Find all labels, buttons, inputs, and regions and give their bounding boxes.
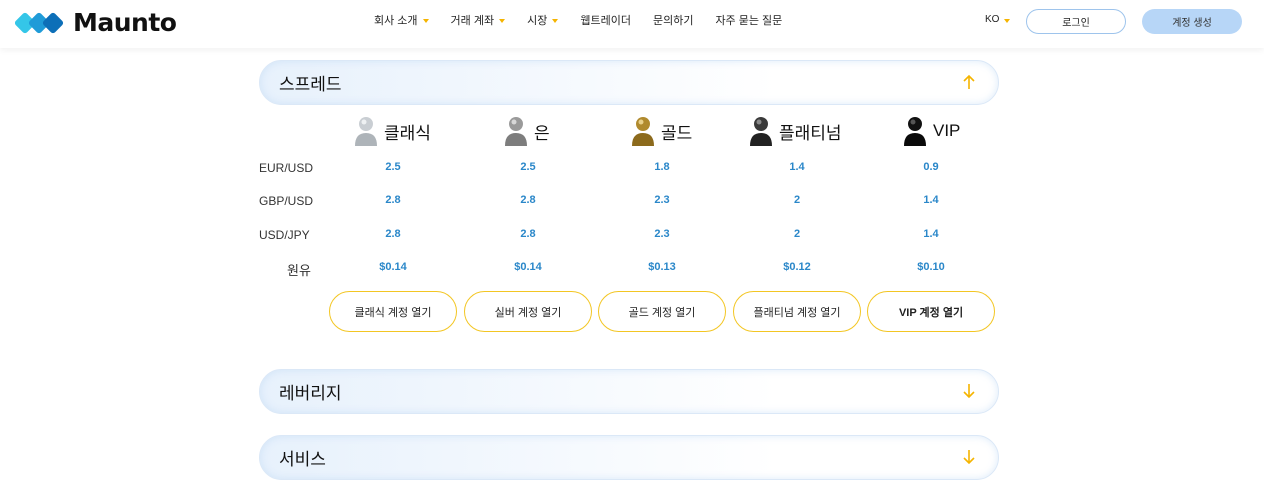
platinum-user-icon <box>750 117 772 146</box>
spread-cell: 2.8 <box>385 194 401 206</box>
spread-cell: 2.8 <box>385 228 401 240</box>
logo[interactable]: Maunto <box>15 8 177 37</box>
vip-user-icon <box>904 117 926 146</box>
nav-item-about[interactable]: 회사 소개 <box>374 12 429 28</box>
chevron-down-icon <box>499 19 506 23</box>
tier-name: 클래식 <box>384 123 431 143</box>
nav-label: 회사 소개 <box>374 15 418 27</box>
tier-name: 은 <box>534 123 550 143</box>
spread-cell: 1.4 <box>923 228 939 240</box>
open-silver-account-button[interactable]: 실버 계정 열기 <box>464 291 592 332</box>
gold-user-icon <box>632 117 654 146</box>
language-label: KO <box>985 14 1000 25</box>
tier-name: 플래티넘 <box>779 123 842 143</box>
spread-cell: 1.4 <box>923 194 939 206</box>
nav-label: 자주 묻는 질문 <box>715 15 783 27</box>
classic-user-icon <box>355 117 377 146</box>
open-vip-account-button[interactable]: VIP 계정 열기 <box>867 291 995 332</box>
accordion-services[interactable]: 서비스 <box>259 435 999 480</box>
site-header: Maunto 회사 소개 거래 계좌 시장 웹트레이더 문의하기 자주 묻는 질… <box>0 0 1264 48</box>
spread-cell: $0.14 <box>514 261 542 273</box>
arrow-down-icon <box>963 384 975 399</box>
spread-cell: 2.3 <box>654 228 670 240</box>
arrow-down-icon <box>963 450 975 465</box>
spread-cell: $0.13 <box>648 261 676 273</box>
row-label-oil: 원유 <box>287 263 311 278</box>
spread-cell: 0.9 <box>923 161 939 173</box>
tier-header-vip: VIP <box>903 115 960 147</box>
row-label-gbpusd: GBP/USD <box>259 194 314 208</box>
nav-label: 시장 <box>527 15 548 27</box>
logo-text: Maunto <box>73 8 177 37</box>
tier-header-silver: 은 <box>504 115 550 147</box>
accordion-title: 서비스 <box>279 450 326 469</box>
spread-cell: 2.3 <box>654 194 670 206</box>
spread-cell: $0.12 <box>783 261 811 273</box>
signup-button[interactable]: 계정 생성 <box>1142 9 1242 34</box>
nav-item-markets[interactable]: 시장 <box>527 12 559 28</box>
arrow-up-icon <box>963 74 975 89</box>
accordion-title: 레버리지 <box>279 384 342 403</box>
spread-cell: $0.14 <box>379 261 407 273</box>
nav-label: 문의하기 <box>652 15 694 27</box>
open-gold-account-button[interactable]: 골드 계정 열기 <box>598 291 726 332</box>
nav-item-accounts[interactable]: 거래 계좌 <box>451 12 506 28</box>
row-label-usdjpy: USD/JPY <box>259 228 310 242</box>
nav-label: 거래 계좌 <box>450 15 495 27</box>
accordion-leverage[interactable]: 레버리지 <box>259 369 999 414</box>
nav-item-contact[interactable]: 문의하기 <box>653 12 693 28</box>
login-button[interactable]: 로그인 <box>1026 9 1126 34</box>
spread-cell: $0.10 <box>917 261 945 273</box>
spread-cell: 2.5 <box>385 161 401 173</box>
open-platinum-account-button[interactable]: 플래티넘 계정 열기 <box>733 291 861 332</box>
logo-mark-icon <box>15 12 64 33</box>
tier-name: 골드 <box>661 123 693 143</box>
silver-user-icon <box>505 117 527 146</box>
nav-item-webtrader[interactable]: 웹트레이더 <box>580 12 631 28</box>
tier-header-gold: 골드 <box>631 115 692 147</box>
spread-cell: 1.8 <box>654 161 670 173</box>
tier-header-classic: 클래식 <box>354 115 431 147</box>
open-classic-account-button[interactable]: 클래식 계정 열기 <box>329 291 457 332</box>
row-label-eurusd: EUR/USD <box>259 161 314 175</box>
spread-cell: 2.5 <box>520 161 536 173</box>
spread-cell: 2 <box>793 228 801 240</box>
spread-cell: 2 <box>793 194 801 206</box>
chevron-down-icon <box>1004 18 1011 23</box>
tier-name: VIP <box>933 121 961 140</box>
nav-item-faq[interactable]: 자주 묻는 질문 <box>715 12 782 28</box>
nav-label: 웹트레이더 <box>580 15 631 27</box>
accordion-title: 스프레드 <box>279 75 342 94</box>
chevron-down-icon <box>422 19 429 23</box>
spread-cell: 1.4 <box>789 161 805 173</box>
tier-header-platinum: 플래티넘 <box>749 115 842 147</box>
spread-cell: 2.8 <box>520 194 536 206</box>
chevron-down-icon <box>552 19 559 23</box>
spread-cell: 2.8 <box>520 228 536 240</box>
accordion-spread[interactable]: 스프레드 <box>259 60 999 105</box>
main-nav: 회사 소개 거래 계좌 시장 웹트레이더 문의하기 자주 묻는 질문 <box>374 12 804 28</box>
language-selector[interactable]: KO <box>985 14 1011 25</box>
